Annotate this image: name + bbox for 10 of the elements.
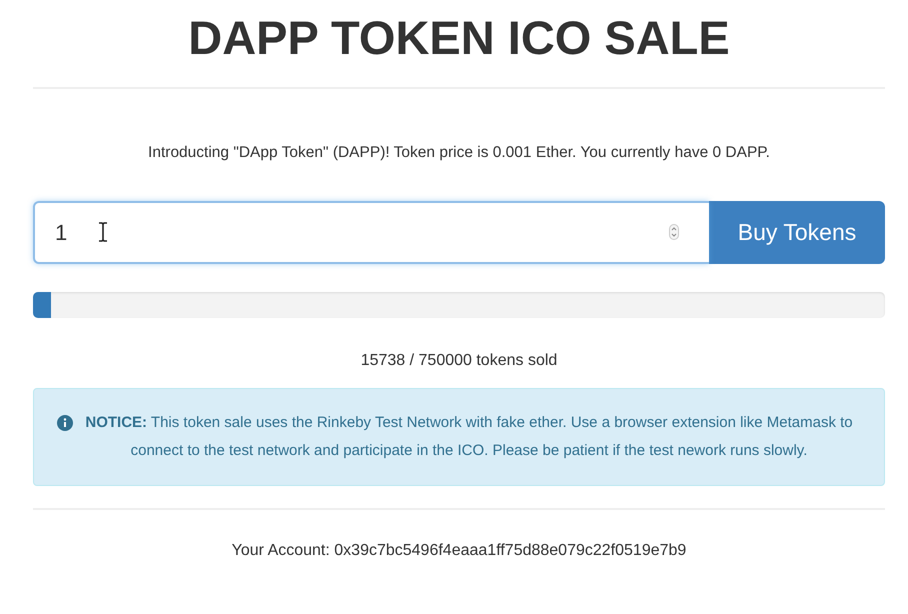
account-text: Your Account: 0x39c7bc5496f4eaaa1ff75d88e079c22f0519e7b9 [230, 542, 688, 560]
text-cursor-icon [98, 222, 108, 242]
tokens-sold-text: 15738 / 750000 tokens sold [360, 352, 558, 370]
intro-text: Introducting "DApp Token" (DAPP)! Token price is 0.001 Ether. You currently have 0 DAPP. [147, 144, 771, 162]
notice-text: NOTICE: This token sale uses the Rinkeby Test Network with fake ether. Use a browser extension like Metamask to connect to the test network and participate in the ICO. Please be patient if the test nework runs slowly. [84, 413, 854, 461]
buy-button[interactable]: Buy Tokens [709, 201, 885, 264]
info-icon [56, 415, 72, 431]
amount-field[interactable]: 1 [33, 201, 709, 264]
page-title: DAPP TOKEN ICO SALE [187, 10, 731, 65]
spinner-icon[interactable] [669, 224, 679, 240]
